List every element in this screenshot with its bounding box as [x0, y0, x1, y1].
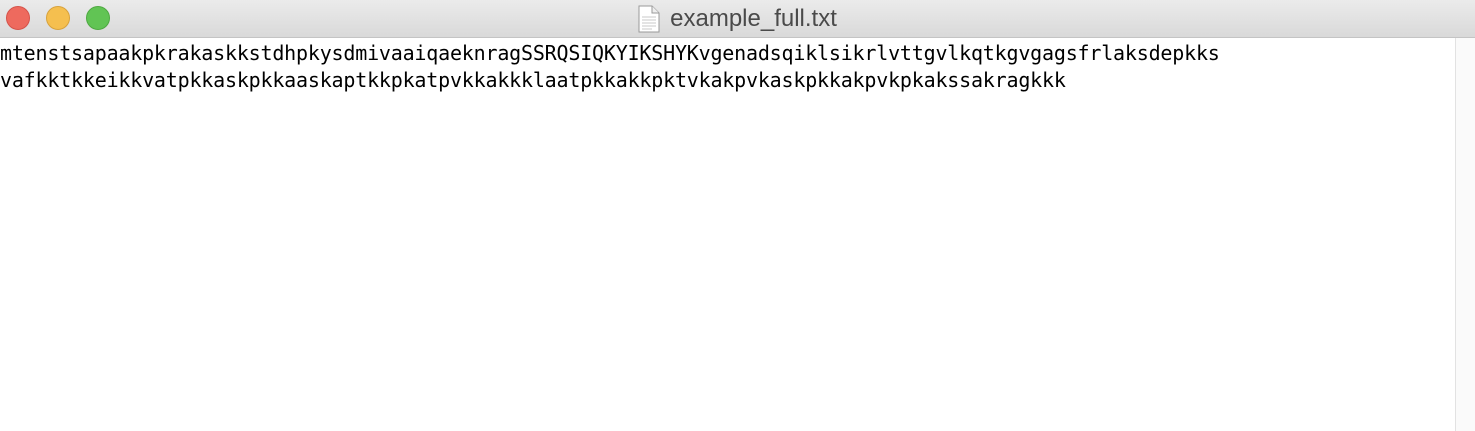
text-line[interactable]: vafkktkkeikkvatpkkaskpkkaaskaptkkpkatpvk…: [0, 67, 1455, 94]
close-window-button[interactable]: [6, 6, 30, 30]
title-area: example_full.txt: [0, 0, 1475, 38]
document-text-area[interactable]: mtenstsapaakpkrakaskkstdhpkysdmivaaiqaek…: [0, 38, 1455, 431]
minimize-window-button[interactable]: [46, 6, 70, 30]
zoom-window-button[interactable]: [86, 6, 110, 30]
text-line[interactable]: mtenstsapaakpkrakaskkstdhpkysdmivaaiqaek…: [0, 40, 1455, 67]
window-title-group: example_full.txt: [638, 5, 837, 33]
window-title: example_full.txt: [670, 5, 837, 32]
text-editor-window: example_full.txt mtenstsapaakpkrakaskkst…: [0, 0, 1475, 431]
vertical-scrollbar[interactable]: [1455, 38, 1475, 431]
title-bar[interactable]: example_full.txt: [0, 0, 1475, 38]
text-document-icon[interactable]: [638, 5, 660, 33]
